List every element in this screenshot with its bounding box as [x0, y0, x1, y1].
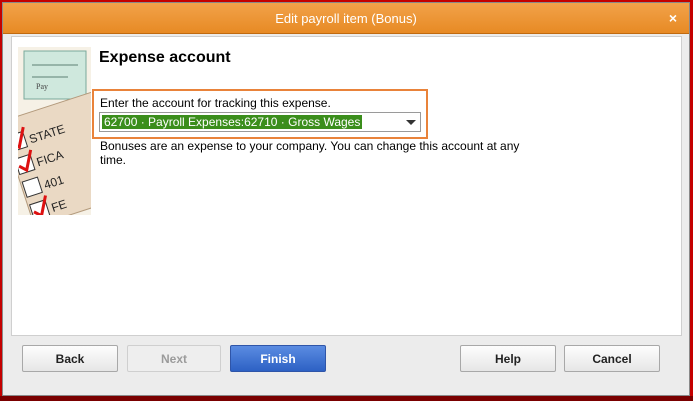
cancel-button[interactable]: Cancel	[564, 345, 660, 372]
next-button: Next	[127, 345, 221, 372]
edit-payroll-item-dialog: Edit payroll item (Bonus) × Pay STATE FI…	[2, 2, 690, 396]
expense-account-dropdown[interactable]: 62700 · Payroll Expenses:62710 · Gross W…	[99, 112, 421, 132]
account-help-text: Bonuses are an expense to your company. …	[100, 139, 520, 167]
page-title: Expense account	[99, 49, 231, 66]
payroll-checklist-illustration: Pay STATE FICA 401 FE	[18, 47, 91, 215]
account-instruction-label: Enter the account for tracking this expe…	[100, 96, 331, 110]
svg-text:Pay: Pay	[36, 82, 48, 91]
background-window-strip	[0, 396, 693, 401]
finish-button[interactable]: Finish	[230, 345, 326, 372]
title-bar: Edit payroll item (Bonus) ×	[3, 3, 689, 34]
back-button[interactable]: Back	[22, 345, 118, 372]
close-icon[interactable]: ×	[669, 10, 677, 26]
help-button[interactable]: Help	[460, 345, 556, 372]
window-title: Edit payroll item (Bonus)	[275, 11, 417, 26]
content-panel: Pay STATE FICA 401 FE Expense account En…	[11, 36, 682, 336]
chevron-down-icon[interactable]	[406, 120, 416, 125]
selected-account-value: 62700 · Payroll Expenses:62710 · Gross W…	[102, 115, 363, 129]
